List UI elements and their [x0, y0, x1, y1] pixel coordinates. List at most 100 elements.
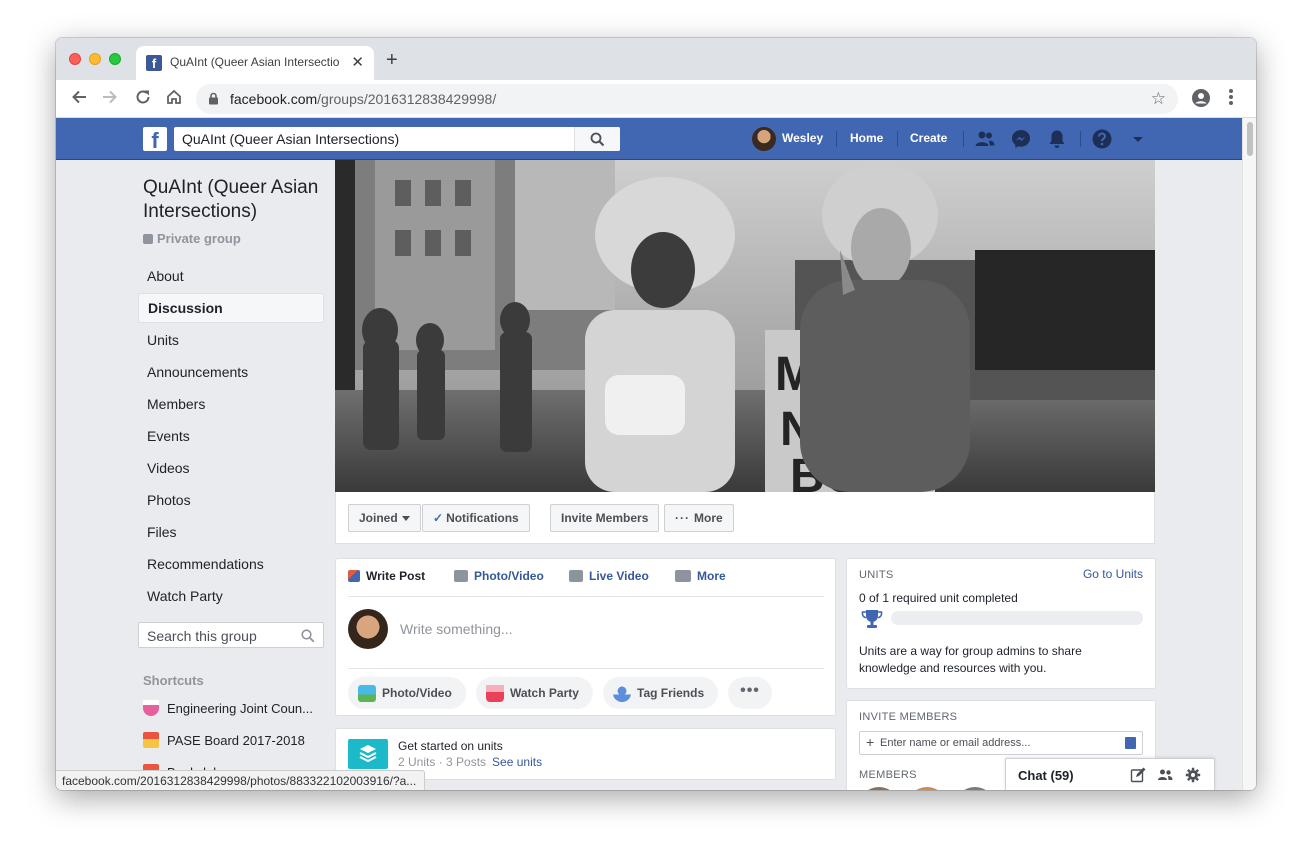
- maximize-window-button[interactable]: [109, 53, 121, 65]
- sidebar-item-discussion[interactable]: Discussion: [138, 293, 324, 323]
- address-bar[interactable]: facebook.com/groups/2016312838429998/ ☆: [196, 84, 1178, 114]
- sidebar-item-about[interactable]: About: [138, 260, 324, 292]
- invite-members-heading: INVITE MEMBERS: [859, 711, 958, 723]
- units-card-heading: UNITS: [859, 569, 894, 581]
- facebook-search-button[interactable]: [574, 127, 620, 151]
- scrollbar-thumb[interactable]: [1247, 122, 1253, 156]
- tab-more-label: More: [697, 569, 726, 583]
- minimize-window-button[interactable]: [89, 53, 101, 65]
- composer-more-button[interactable]: •••: [728, 677, 772, 709]
- lock-icon: [143, 234, 153, 244]
- create-link[interactable]: Create: [910, 131, 947, 145]
- facebook-search-value: QuAInt (Queer Asian Intersections): [182, 131, 400, 147]
- address-book-icon[interactable]: [1125, 737, 1136, 749]
- url-text: facebook.com/groups/2016312838429998/: [230, 91, 496, 107]
- facebook-search-input[interactable]: QuAInt (Queer Asian Intersections): [174, 127, 620, 151]
- tab-write-post[interactable]: Write Post: [348, 569, 425, 583]
- bookmark-star-icon[interactable]: ☆: [1151, 89, 1166, 109]
- layers-icon: [348, 739, 388, 769]
- house-icon: [143, 732, 159, 748]
- units-card: UNITS Go to Units 0 of 1 required unit c…: [846, 558, 1156, 689]
- units-start-meta: 2 Units · 3 Posts See units: [398, 755, 542, 769]
- tab-live-video-label: Live Video: [589, 569, 649, 583]
- notifications-bell-icon[interactable]: [1046, 128, 1068, 150]
- joined-button[interactable]: Joined: [348, 504, 421, 532]
- group-search-input[interactable]: Search this group: [138, 622, 324, 648]
- shortcut-item[interactable]: Engineering Joint Coun...: [143, 700, 323, 716]
- group-search-placeholder: Search this group: [147, 628, 257, 644]
- status-bar-url: facebook.com/2016312838429998/photos/883…: [56, 770, 426, 790]
- sidebar-item-recommendations[interactable]: Recommendations: [138, 548, 324, 580]
- photo-icon: [358, 685, 376, 702]
- avatar[interactable]: [907, 787, 947, 790]
- sidebar-item-members[interactable]: Members: [138, 388, 324, 420]
- home-icon[interactable]: [165, 88, 183, 110]
- browser-toolbar: facebook.com/groups/2016312838429998/ ☆: [56, 80, 1256, 118]
- new-tab-button[interactable]: +: [386, 50, 398, 70]
- avatar[interactable]: [859, 787, 899, 790]
- go-to-units-link[interactable]: Go to Units: [1083, 567, 1143, 581]
- tag-person-icon: [613, 685, 631, 702]
- group-title[interactable]: QuAInt (Queer Asian Intersections): [143, 176, 333, 224]
- sidebar-item-watch-party[interactable]: Watch Party: [138, 580, 324, 612]
- units-progress-text: 0 of 1 required unit completed: [859, 591, 1018, 605]
- messenger-icon[interactable]: [1010, 128, 1032, 150]
- sidebar-item-photos[interactable]: Photos: [138, 484, 324, 516]
- ellipsis-icon: ···: [675, 511, 690, 525]
- avatar: [752, 127, 776, 151]
- shortcuts-heading: Shortcuts: [143, 673, 204, 688]
- cover-photo[interactable]: MNICBO: [335, 160, 1155, 492]
- tab-more[interactable]: More: [675, 569, 726, 583]
- shortcut-item[interactable]: PASE Board 2017-2018: [143, 732, 323, 748]
- sidebar-item-events[interactable]: Events: [138, 420, 324, 452]
- gear-icon[interactable]: [1185, 767, 1201, 783]
- create-group-icon[interactable]: [1157, 767, 1173, 783]
- tab-live-video[interactable]: Live Video: [569, 569, 649, 583]
- back-icon[interactable]: [70, 88, 88, 110]
- sidebar-item-files[interactable]: Files: [138, 516, 324, 548]
- tab-title: QuAInt (Queer Asian Intersectio: [170, 55, 340, 69]
- home-link[interactable]: Home: [850, 131, 883, 145]
- see-units-link[interactable]: See units: [492, 755, 542, 769]
- avatar[interactable]: [348, 609, 388, 649]
- reload-icon[interactable]: [134, 88, 152, 110]
- tab-photo-video-label: Photo/Video: [474, 569, 544, 583]
- profile-name: Wesley: [782, 131, 824, 145]
- notifications-button[interactable]: ✓ Notifications: [422, 504, 530, 532]
- search-icon[interactable]: [301, 629, 315, 648]
- composer-input[interactable]: Write something...: [400, 621, 513, 637]
- friend-requests-icon[interactable]: [974, 128, 996, 150]
- group-actions: Joined ✓ Notifications Invite Members ···…: [335, 492, 1155, 544]
- tab-photo-video[interactable]: Photo/Video: [454, 569, 544, 583]
- invite-input[interactable]: + Enter name or email address...: [859, 731, 1143, 755]
- more-button[interactable]: ··· More: [664, 504, 734, 532]
- sidebar-item-videos[interactable]: Videos: [138, 452, 324, 484]
- facebook-favicon-icon: f: [146, 55, 162, 71]
- privacy-text: Private group: [157, 231, 241, 246]
- tab-close-icon[interactable]: ✕: [351, 53, 364, 71]
- account-menu-chevron-down-icon[interactable]: [1127, 128, 1149, 150]
- tag-friends-button[interactable]: Tag Friends: [603, 677, 719, 709]
- photo-video-button[interactable]: Photo/Video: [348, 677, 466, 709]
- sidebar-item-announcements[interactable]: Announcements: [138, 356, 324, 388]
- trophy-icon: [861, 609, 883, 629]
- watch-party-button[interactable]: Watch Party: [476, 677, 593, 709]
- facebook-logo-icon[interactable]: f: [143, 127, 167, 151]
- facebook-top-bar: f QuAInt (Queer Asian Intersections) Wes…: [56, 118, 1242, 160]
- browser-menu-icon[interactable]: [1228, 88, 1234, 106]
- forward-icon[interactable]: [101, 88, 119, 110]
- close-window-button[interactable]: [69, 53, 81, 65]
- divider: [897, 131, 898, 147]
- browser-tab-active[interactable]: f QuAInt (Queer Asian Intersectio ✕: [136, 46, 374, 80]
- new-message-icon[interactable]: [1130, 767, 1146, 783]
- invite-members-button[interactable]: Invite Members: [550, 504, 660, 532]
- divider: [1080, 131, 1081, 147]
- browser-window: f QuAInt (Queer Asian Intersectio ✕ + fa…: [56, 38, 1256, 790]
- avatar[interactable]: [955, 787, 995, 790]
- browser-profile-icon[interactable]: [1192, 89, 1210, 107]
- page-viewport: f QuAInt (Queer Asian Intersections) Wes…: [56, 118, 1256, 790]
- page-scrollbar[interactable]: [1242, 118, 1256, 790]
- help-icon[interactable]: [1091, 128, 1113, 150]
- chat-bar[interactable]: Chat (59): [1005, 758, 1215, 790]
- sidebar-item-units[interactable]: Units: [138, 324, 324, 356]
